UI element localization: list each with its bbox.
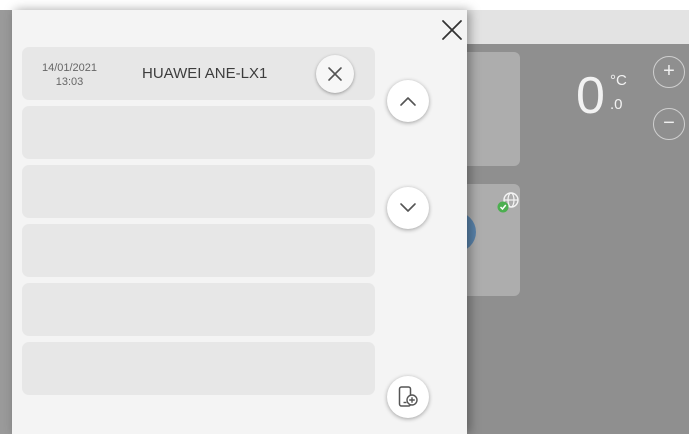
scroll-down-button[interactable]	[387, 187, 429, 229]
empty-device-row	[22, 224, 375, 277]
device-row: 14/01/2021 13:03 HUAWEI ANE-LX1	[22, 47, 375, 100]
device-name: HUAWEI ANE-LX1	[142, 65, 268, 82]
globe-connected-icon	[496, 190, 522, 216]
empty-device-row	[22, 165, 375, 218]
remove-device-button[interactable]	[316, 55, 354, 93]
close-panel-button[interactable]	[438, 16, 466, 44]
device-date: 14/01/2021	[41, 62, 98, 74]
chevron-up-icon	[400, 97, 416, 106]
chevron-down-icon	[400, 203, 416, 212]
empty-device-row	[22, 283, 375, 336]
temperature-value: 0	[576, 67, 605, 125]
increase-button[interactable]: +	[653, 56, 685, 88]
scroll-up-button[interactable]	[387, 80, 429, 122]
phone-add-icon	[398, 386, 418, 407]
devices-panel: 14/01/2021 13:03 HUAWEI ANE-LX1	[12, 10, 467, 434]
temperature-unit: °C	[610, 72, 627, 89]
close-icon	[442, 20, 462, 40]
empty-device-row	[22, 106, 375, 159]
temperature-decimal: .0	[610, 96, 623, 113]
close-icon	[328, 67, 342, 81]
empty-device-row	[22, 342, 375, 395]
decrease-button[interactable]: −	[653, 108, 685, 140]
background-left-edge	[0, 10, 12, 434]
device-time: 13:03	[55, 76, 84, 88]
device-timestamp: 14/01/2021 13:03	[32, 61, 107, 89]
add-device-button[interactable]	[387, 376, 429, 418]
